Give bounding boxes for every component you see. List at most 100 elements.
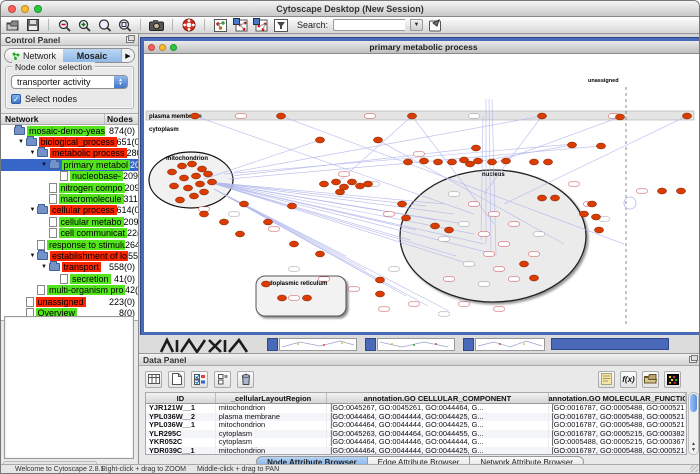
network-node[interactable] — [587, 201, 596, 207]
new-network-from-selection-icon[interactable] — [233, 18, 248, 32]
tree-row-establishment-of-lo[interactable]: ▼establishment of lo558(0) — [1, 250, 138, 261]
network-node[interactable] — [331, 179, 340, 185]
tab-network[interactable]: Network — [5, 49, 63, 62]
unselect-attributes-icon[interactable] — [214, 371, 231, 388]
tree-expand-arrow[interactable]: ▼ — [17, 139, 26, 145]
zoom-in-icon[interactable] — [77, 18, 92, 32]
network-node[interactable] — [579, 211, 588, 217]
network-node[interactable] — [529, 275, 538, 281]
tree-expand-arrow[interactable]: ▼ — [28, 253, 37, 259]
tree-expand-arrow[interactable]: ▼ — [40, 162, 49, 168]
network-node[interactable] — [335, 189, 344, 195]
search-input[interactable] — [333, 19, 405, 31]
network-node[interactable] — [315, 137, 324, 143]
network-node[interactable] — [261, 281, 270, 287]
scrollbar-arrows[interactable]: ▲▼ — [689, 441, 698, 453]
zoom-fit-icon[interactable] — [117, 18, 132, 32]
table-row[interactable]: YKR052Ccytoplasm[GO:0044464, GO:0044446,… — [146, 438, 686, 447]
network-view-frame[interactable]: primary metabolic process plasma membran… — [141, 38, 700, 335]
network-node[interactable] — [529, 159, 538, 165]
network-node[interactable] — [207, 179, 216, 185]
delete-attribute-icon[interactable] — [237, 371, 254, 388]
network-node[interactable] — [239, 201, 248, 207]
float-data-panel-icon[interactable] — [689, 356, 697, 363]
zoom-out-icon[interactable] — [57, 18, 72, 32]
network-node[interactable] — [471, 145, 480, 151]
tree-row-cellular-metabo[interactable]: cellular metabo209(0) — [1, 216, 138, 227]
network-node[interactable] — [347, 179, 356, 185]
network-node[interactable] — [537, 113, 546, 119]
network-node[interactable] — [676, 188, 685, 194]
filter-icon[interactable] — [273, 18, 288, 32]
tree-row-mosaic-demo-yeast[interactable]: mosaic-demo-yeast874(0) — [1, 125, 138, 136]
background-window-preview[interactable] — [475, 338, 545, 351]
function-builder-icon[interactable]: f(x) — [620, 371, 637, 388]
new-network-all-edges-icon[interactable] — [253, 18, 268, 32]
background-window-preview[interactable] — [279, 338, 357, 351]
tree-row-response-to-stimulu[interactable]: response to stimulu264(0) — [1, 239, 138, 250]
network-node[interactable] — [289, 241, 298, 247]
tree-row-macromolecule[interactable]: macromolecule311(0) — [1, 193, 138, 204]
network-node[interactable] — [263, 219, 272, 225]
tree-row-transport[interactable]: ▼transport558(0) — [1, 262, 138, 273]
network-node[interactable] — [319, 181, 328, 187]
tree-expand-arrow[interactable]: ▼ — [40, 264, 49, 270]
network-node[interactable] — [315, 251, 324, 257]
table-row[interactable]: YPL036W__1mitochondrion[GO:0044464, GO:0… — [146, 421, 686, 430]
background-window-edge[interactable] — [267, 338, 278, 351]
network-node[interactable] — [197, 166, 206, 172]
tree-row-primary-metabol[interactable]: ▼primary metabol209(... — [1, 159, 138, 170]
attribute-notes-icon[interactable] — [598, 371, 615, 388]
select-attributes-icon[interactable] — [191, 371, 208, 388]
network-node[interactable] — [419, 158, 428, 164]
network-node[interactable] — [175, 197, 184, 203]
network-node[interactable] — [401, 215, 410, 221]
minimize-window-button[interactable] — [21, 5, 29, 13]
network-node[interactable] — [519, 261, 528, 267]
network-node[interactable] — [657, 188, 666, 194]
tree-row-metabolic-process[interactable]: ▼metabolic process280(0) — [1, 148, 138, 159]
import-attributes-folder-icon[interactable] — [642, 371, 659, 388]
table-row[interactable]: YDR039C__1mitochondrion[GO:0044464, GO:0… — [146, 447, 686, 455]
resize-grip[interactable] — [690, 464, 698, 472]
open-folder-icon[interactable] — [5, 18, 20, 32]
node-color-dropdown[interactable]: transporter activity ▲▼ — [11, 75, 128, 89]
tree-row-secretion[interactable]: secretion41(0) — [1, 273, 138, 284]
frame-minimize-button[interactable] — [159, 44, 166, 51]
column-header-3[interactable]: annotation.GO MOLECULAR_FUNCTION — [549, 393, 686, 403]
network-node[interactable] — [397, 201, 406, 207]
network-node[interactable] — [191, 173, 200, 179]
table-row[interactable]: YLR295Ccytoplasm[GO:0045263, GO:0044464,… — [146, 430, 686, 439]
network-node[interactable] — [444, 227, 453, 233]
float-panel-icon[interactable] — [126, 36, 134, 43]
network-node[interactable] — [473, 158, 482, 164]
matrix-view-icon[interactable] — [664, 371, 681, 388]
network-node[interactable] — [447, 159, 456, 165]
network-node[interactable] — [179, 175, 188, 181]
network-node[interactable] — [615, 114, 624, 120]
network-node[interactable] — [375, 291, 384, 297]
network-node[interactable] — [169, 183, 178, 189]
network-node[interactable] — [537, 195, 546, 201]
table-vertical-scrollbar[interactable]: ▲▼ — [688, 392, 699, 455]
search-dropdown-button[interactable]: ▼ — [410, 19, 423, 31]
background-window-preview[interactable] — [377, 338, 455, 351]
network-node[interactable] — [596, 143, 605, 149]
attribute-table[interactable]: ID_cellularLayoutRegionannotation.GO CEL… — [145, 392, 687, 455]
network-node[interactable] — [433, 159, 442, 165]
network-node[interactable] — [187, 161, 196, 167]
network-node[interactable] — [363, 181, 372, 187]
background-window-edge[interactable] — [365, 338, 376, 351]
network-node[interactable] — [199, 189, 208, 195]
network-node[interactable] — [276, 113, 285, 119]
network-node[interactable] — [567, 142, 576, 148]
network-node[interactable] — [591, 214, 600, 220]
network-node[interactable] — [373, 137, 382, 143]
frame-close-button[interactable] — [148, 44, 155, 51]
window-titlebar[interactable]: Cytoscape Desktop (New Session) — [1, 1, 699, 17]
new-attribute-icon[interactable] — [168, 371, 185, 388]
tree-row-biological-process[interactable]: ▼biological_process651(0) — [1, 136, 138, 147]
tab-mosaic[interactable]: Mosaic — [63, 49, 121, 62]
close-window-button[interactable] — [8, 5, 16, 13]
zoom-window-button[interactable] — [34, 5, 42, 13]
